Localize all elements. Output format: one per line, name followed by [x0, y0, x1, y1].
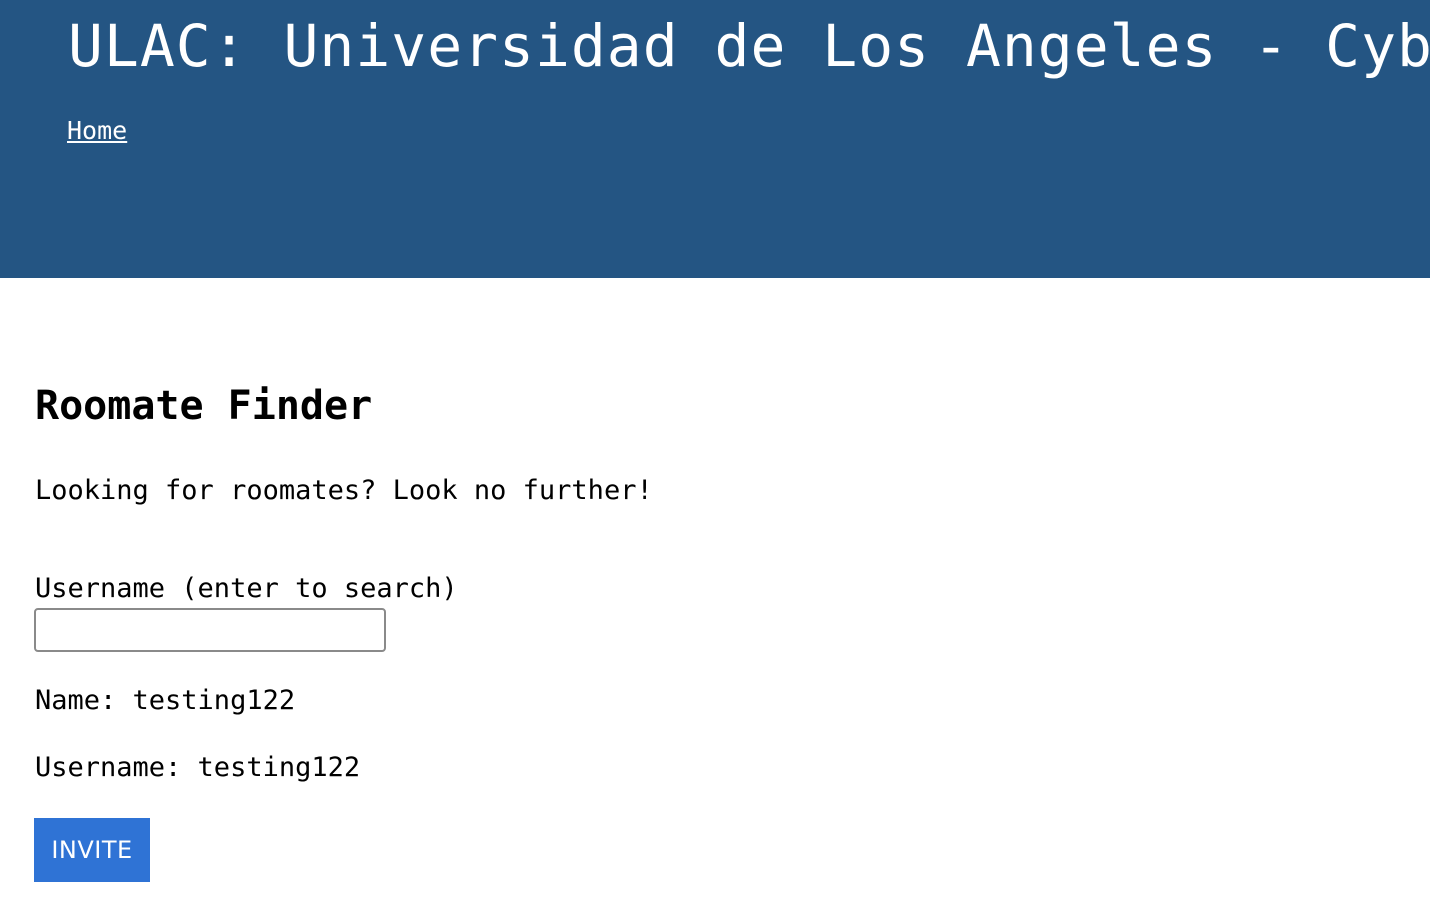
- username-search-label: Username (enter to search): [35, 573, 458, 604]
- site-header: ULAC: Universidad de Los Angeles - Cyber…: [0, 0, 1430, 278]
- username-search-input[interactable]: [34, 608, 386, 652]
- site-title: ULAC: Universidad de Los Angeles - Cyber: [68, 12, 1430, 80]
- nav-home-link[interactable]: Home: [67, 114, 127, 148]
- invite-button[interactable]: INVITE: [34, 818, 150, 882]
- result-username: Username: testing122: [35, 752, 361, 783]
- intro-text: Looking for roomates? Look no further!: [35, 475, 653, 506]
- page-title: Roomate Finder: [35, 383, 373, 429]
- result-name: Name: testing122: [35, 685, 296, 716]
